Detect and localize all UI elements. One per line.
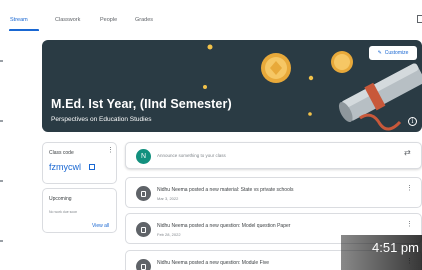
upcoming-empty-text: No work due soon [49, 210, 78, 214]
customize-button[interactable]: ✎ Customize [369, 46, 417, 60]
announce-placeholder[interactable]: Announce something to your class [157, 153, 226, 158]
avatar: N [136, 149, 151, 164]
customize-label: Customize [384, 50, 409, 56]
class-subtitle: Perspectives on Education Studies [51, 116, 152, 123]
info-icon[interactable]: i [408, 117, 417, 126]
class-code-card: Class code ⋮ fzmycwl [42, 142, 117, 184]
question-icon [136, 222, 151, 237]
class-title: M.Ed. Ist Year, (IInd Semester) [51, 97, 232, 111]
top-tab-bar: Stream Classwork People Grades [0, 0, 422, 34]
upcoming-card: Upcoming No work due soon View all [42, 188, 117, 233]
upcoming-label: Upcoming [49, 196, 72, 202]
tab-people[interactable]: People [100, 17, 117, 23]
tab-classwork[interactable]: Classwork [55, 17, 80, 23]
tab-grades[interactable]: Grades [135, 17, 153, 23]
view-all-link[interactable]: View all [92, 223, 109, 229]
tab-stream[interactable]: Stream [10, 17, 28, 23]
class-banner: M.Ed. Ist Year, (IInd Semester) Perspect… [42, 40, 422, 132]
class-code-value: fzmycwl [49, 162, 81, 172]
repost-icon[interactable]: ⇄ [404, 148, 411, 157]
post-date: Feb 28, 2022 [157, 232, 181, 237]
post-title: Nidhu Neema posted a new question: Model… [157, 223, 291, 229]
calendar-icon[interactable] [417, 15, 422, 23]
post-title: Nidhu Neema posted a new material: State… [157, 187, 294, 193]
announce-box[interactable]: N Announce something to your class [125, 142, 422, 169]
post-date: Mar 3, 2022 [157, 196, 179, 201]
question-icon [136, 259, 151, 270]
more-vert-icon[interactable]: ⋮ [406, 221, 413, 228]
timestamp: 4:51 pm [372, 240, 419, 255]
more-vert-icon[interactable]: ⋮ [406, 185, 413, 192]
pencil-icon: ✎ [377, 50, 382, 56]
post-title: Nidhu Neema posted a new question: Modul… [157, 260, 270, 266]
active-tab-indicator [9, 29, 39, 31]
material-icon [136, 186, 151, 201]
left-edge-scroll-marks [0, 60, 3, 260]
stream-post[interactable]: Nidhu Neema posted a new material: State… [125, 177, 422, 208]
more-vert-icon[interactable]: ⋮ [107, 147, 114, 154]
fullscreen-icon[interactable] [89, 164, 95, 170]
class-code-label: Class code [49, 150, 74, 156]
